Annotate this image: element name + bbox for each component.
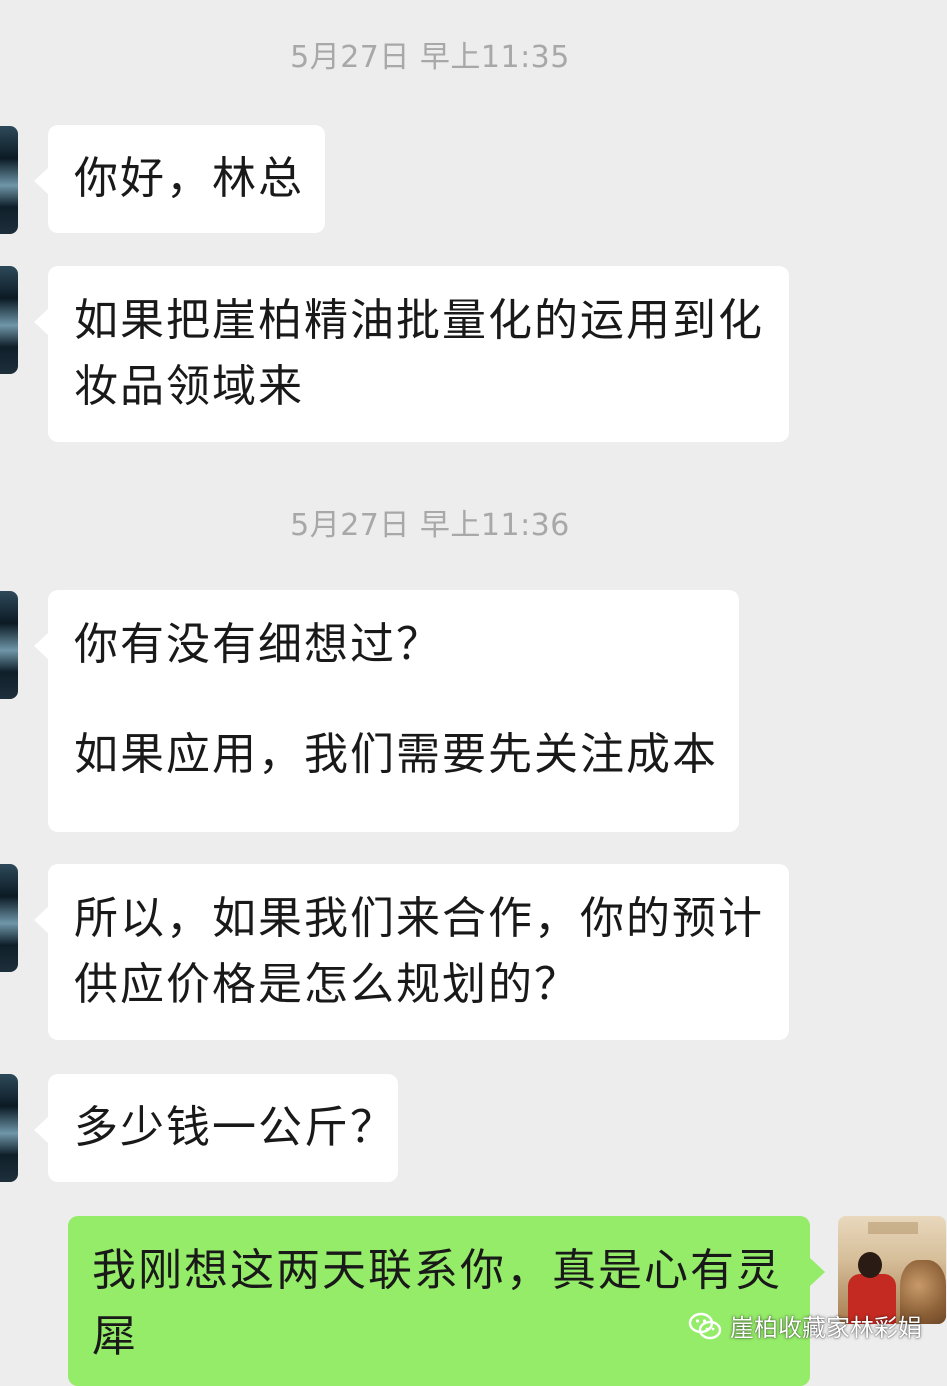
timestamp: 5月27日 早上11:35 [290, 40, 570, 75]
message-text: 犀 [92, 1311, 138, 1362]
contact-avatar[interactable] [0, 591, 18, 699]
message-text: 多少钱一公斤？ [74, 1102, 396, 1153]
avatar-figure-head [858, 1252, 882, 1278]
message-text: 供应价格是怎么规划的？ [74, 959, 580, 1010]
message-text: 我刚想这两天联系你，真是心有灵 [92, 1245, 782, 1296]
contact-avatar[interactable] [0, 266, 18, 374]
watermark-text: 崖柏收藏家林彩娟 [730, 1314, 922, 1342]
message-text: 你好，林总 [74, 153, 304, 204]
message-text: 妆品领域来 [74, 361, 304, 412]
message-bubble-incoming[interactable]: 你有没有细想过？ 如果应用，我们需要先关注成本 [34, 590, 739, 832]
contact-avatar[interactable] [0, 864, 18, 972]
timestamp: 5月27日 早上11:36 [290, 508, 570, 543]
message-text: 所以，如果我们来合作，你的预计 [74, 893, 764, 944]
message-bubble-incoming[interactable]: 如果把崖柏精油批量化的运用到化 妆品领域来 [34, 266, 789, 442]
message-bubble-incoming[interactable]: 你好，林总 [34, 125, 325, 233]
message-bubble-outgoing[interactable]: 我刚想这两天联系你，真是心有灵 犀 [68, 1216, 825, 1386]
contact-avatar[interactable] [0, 126, 18, 234]
avatar-background-frame [868, 1222, 918, 1234]
wechat-official-account-icon [688, 1312, 722, 1339]
message-bubble-incoming[interactable]: 所以，如果我们来合作，你的预计 供应价格是怎么规划的？ [34, 864, 789, 1040]
message-text: 你有没有细想过？ [74, 619, 442, 670]
watermark: 崖柏收藏家林彩娟 [688, 1308, 922, 1343]
contact-avatar[interactable] [0, 1074, 18, 1182]
message-text: 如果把崖柏精油批量化的运用到化 [74, 295, 764, 346]
message-text: 如果应用，我们需要先关注成本 [74, 729, 718, 780]
message-bubble-incoming[interactable]: 多少钱一公斤？ [34, 1074, 398, 1182]
